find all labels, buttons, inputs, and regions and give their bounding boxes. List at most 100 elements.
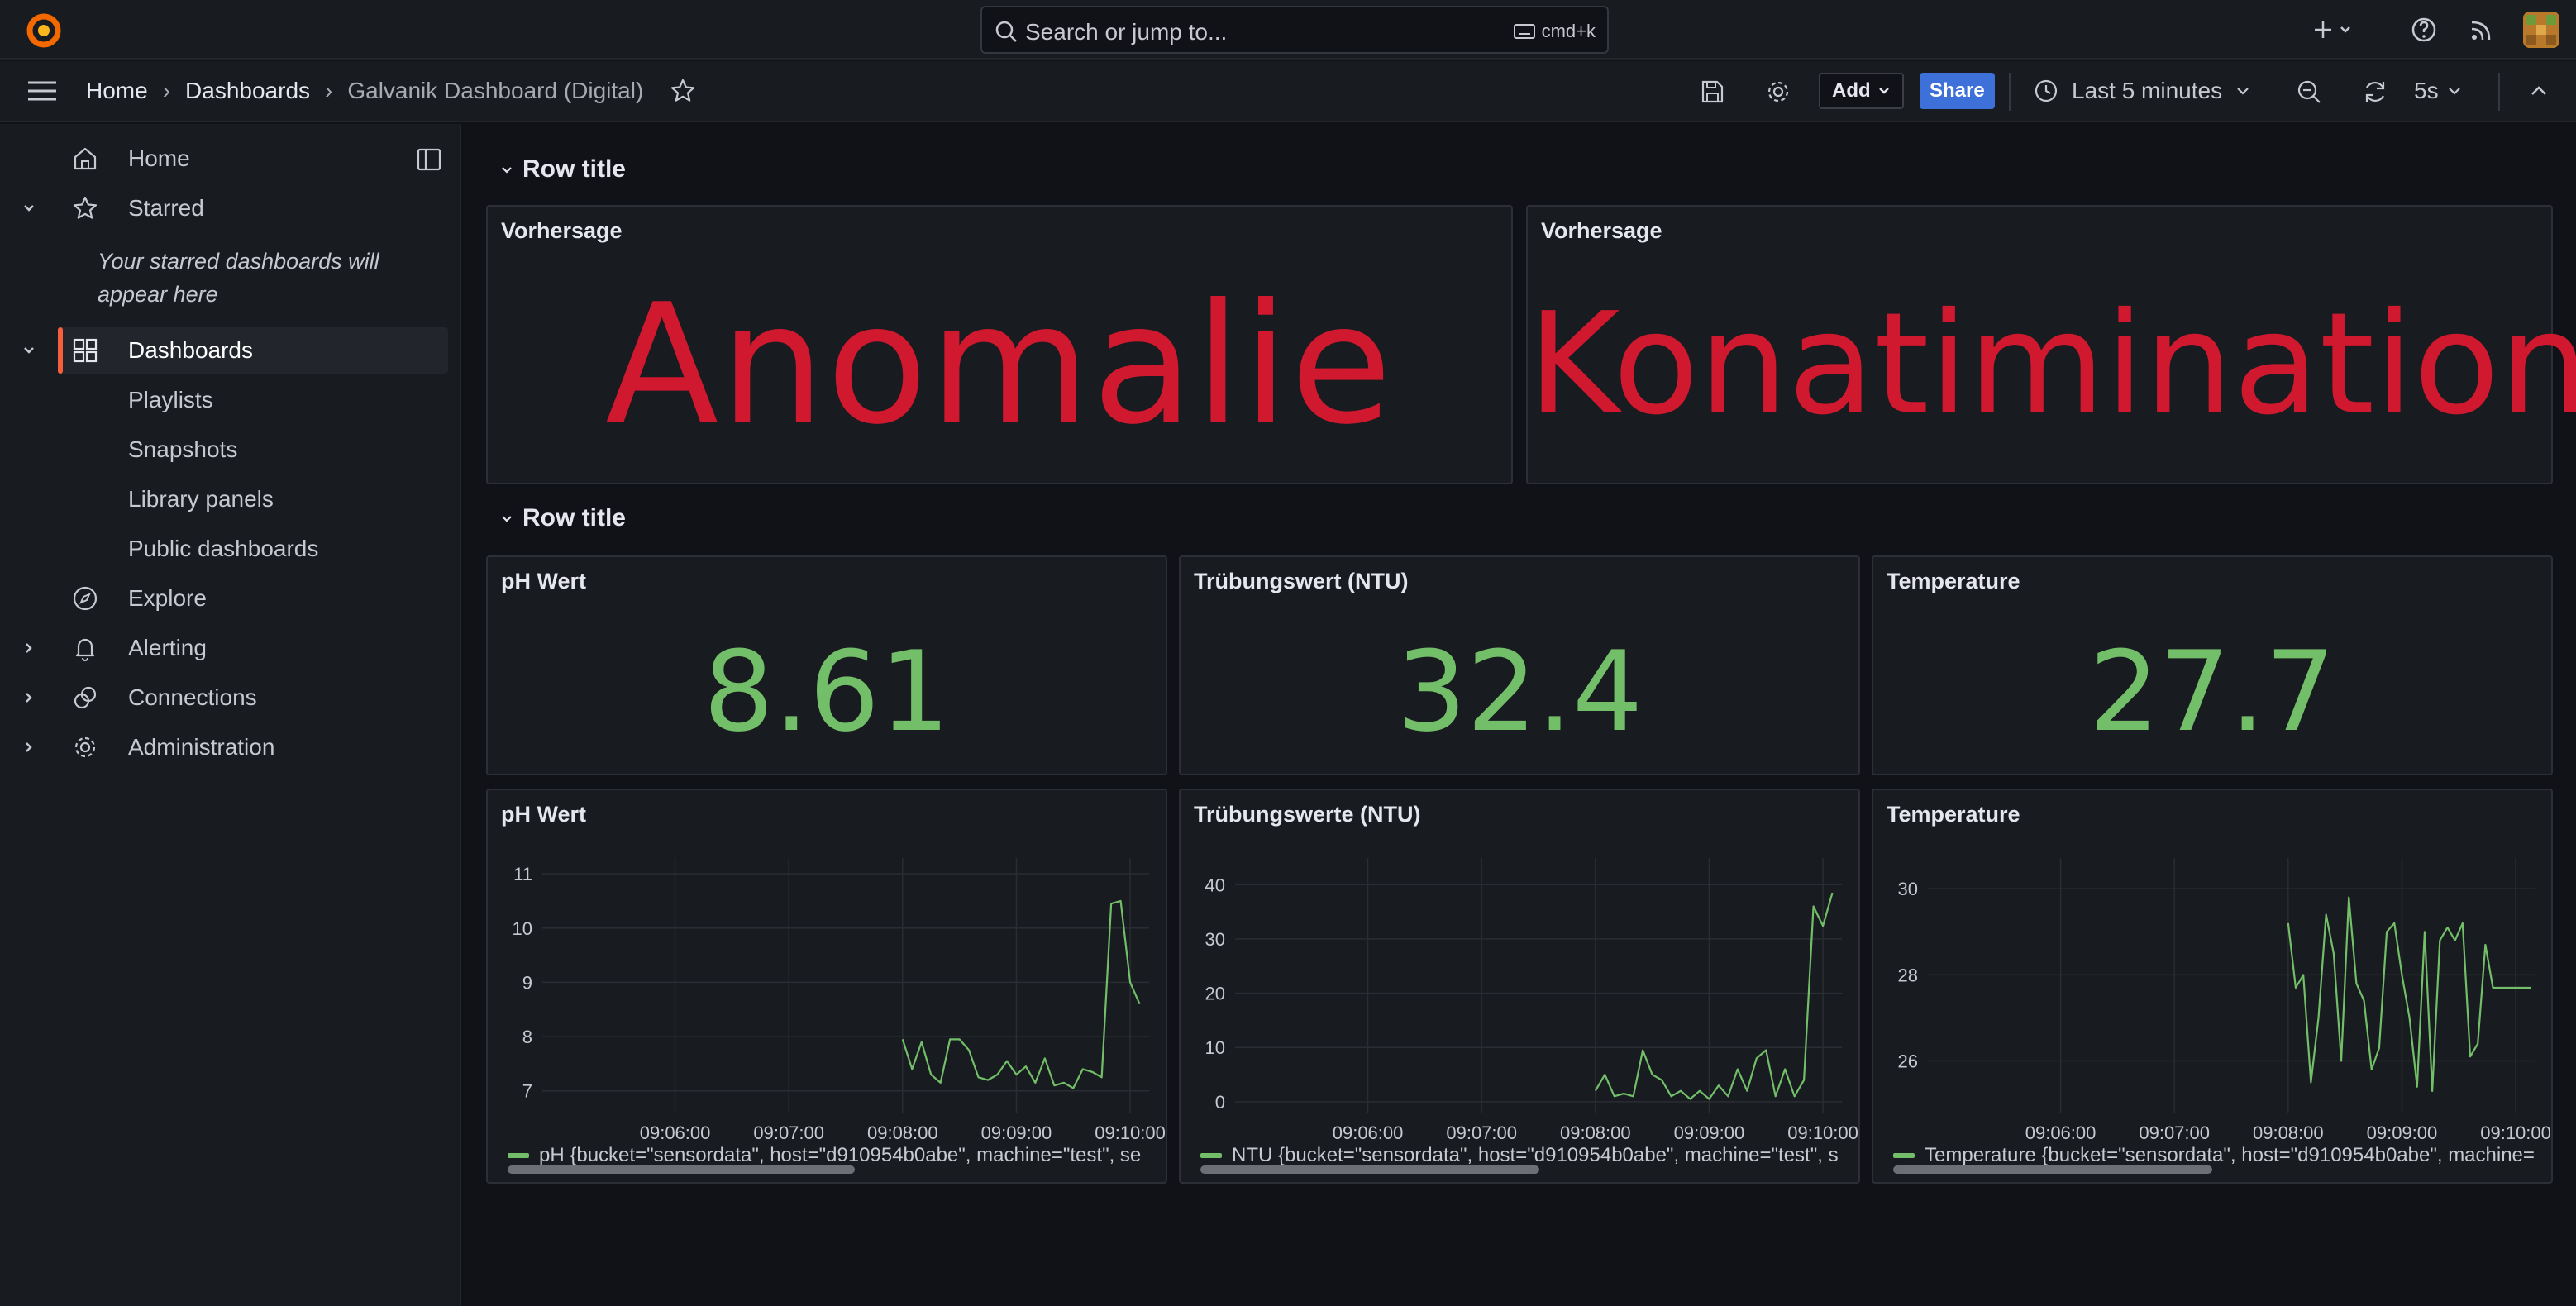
star-icon [73,196,98,219]
mark-favorite-star-icon[interactable] [670,78,696,104]
cog-icon [74,736,96,758]
y-tick-label: 7 [522,1081,532,1102]
new-plus-dropdown-icon[interactable] [2311,15,2356,45]
chevron-down-icon[interactable] [18,340,40,361]
add-button[interactable]: Add [1819,73,1904,109]
chevron-down-icon [2237,88,2249,95]
zoom-out-icon[interactable] [2295,78,2323,106]
active-indicator [58,327,63,374]
timeseries-panel-ntu[interactable]: Trübungswerte (NTU) 0 10 20 30 40 09:06:00 09:… [1179,789,1860,1184]
y-tick-label: 28 [1898,965,1918,985]
breadcrumb-separator: › [162,78,171,103]
collapse-chevron-up-icon[interactable] [2525,78,2553,106]
row-title: Row title [522,155,626,183]
sidebar-item-label: Administration [128,734,275,760]
dashboard-settings-gear-icon[interactable] [1764,78,1792,106]
stat-value: 27.7 [2088,627,2336,756]
sidebar-item-label: Alerting [128,635,207,660]
time-range-label: Last 5 minutes [2072,78,2223,103]
starred-empty-message: Your starred dashboards will appear here [98,249,379,307]
stat-value: 32.4 [1395,627,1643,756]
y-tick-label: 0 [1215,1092,1225,1113]
time-range-picker[interactable]: Last 5 minutes [2034,78,2250,104]
row-header-2[interactable]: Row title [499,504,626,532]
toolbar-divider [2009,73,2011,111]
prediction-panel[interactable]: Vorhersage Anomalie [486,205,1513,484]
sidebar-item-alerting[interactable]: Alerting [0,625,448,671]
chart-legend[interactable]: pH {bucket="sensordata", host="d910954b0… [508,1144,1152,1167]
row-header-1[interactable]: Row title [499,155,626,184]
refresh-icon[interactable] [2361,78,2389,106]
legend-color-swatch [1200,1153,1222,1158]
refresh-interval-label: 5s [2414,78,2439,103]
ntu-line-chart[interactable]: 0 10 20 30 40 09:06:00 09:07:00 09:08:00 09:09:0… [1181,790,1858,1182]
hamburger-menu-icon[interactable] [26,78,58,104]
x-tick-label: 09:07:00 [1446,1122,1517,1143]
chevron-right-icon[interactable] [18,687,40,708]
chevron-down-icon[interactable] [18,198,40,219]
series-line[interactable] [1594,892,1834,1100]
timeseries-panel-ph[interactable]: pH Wert 7 8 9 10 11 09:06:00 09:07:00 09:08:00 0… [486,789,1167,1184]
x-tick-label: 09:07:00 [2139,1122,2210,1143]
breadcrumb-dashboards[interactable]: Dashboards [185,78,310,104]
chevron-right-icon[interactable] [18,736,40,758]
save-dashboard-icon[interactable] [1698,78,1726,106]
x-tick-label: 09:06:00 [640,1122,711,1143]
panel-title: pH Wert [501,569,587,593]
sidebar-item-playlists[interactable]: Playlists [0,377,448,423]
y-tick-label: 8 [522,1027,532,1047]
search-shortcut: cmd+k [1513,21,1596,42]
sidebar-item-public-dashboards[interactable]: Public dashboards [0,526,448,572]
chart-legend[interactable]: Temperature {bucket="sensordata", host="… [1893,1144,2538,1167]
search-placeholder: Search or jump to... [1025,19,1228,45]
refresh-interval-picker[interactable]: 5s [2414,78,2462,104]
x-tick-label: 09:08:00 [2253,1122,2324,1143]
grafana-logo-icon[interactable] [25,12,63,50]
news-rss-icon[interactable] [2467,15,2497,45]
legend-scrollbar[interactable] [1893,1165,2212,1174]
legend-scrollbar[interactable] [1200,1165,1539,1174]
sidebar-item-starred[interactable]: Starred [0,185,448,231]
ph-line-chart[interactable]: 7 8 9 10 11 09:06:00 09:07:00 09:08:00 09:09:00 0… [488,790,1166,1182]
sidebar-item-explore[interactable]: Explore [0,575,448,622]
share-button[interactable]: Share [1920,73,1995,109]
clock-icon [2035,79,2058,102]
avatar-pattern-icon [2523,12,2559,48]
stat-panel-temperature[interactable]: Temperature 27.7 [1872,555,2553,775]
chevron-down-icon [502,167,512,174]
user-avatar[interactable] [2523,12,2559,48]
legend-label: NTU {bucket="sensordata", host="d910954b… [1232,1144,1839,1166]
breadcrumb-home[interactable]: Home [86,78,148,104]
legend-scrollbar[interactable] [508,1165,855,1174]
legend-color-swatch [1893,1153,1915,1158]
y-tick-label: 30 [1205,929,1225,950]
sidebar-item-library-panels[interactable]: Library panels [0,476,448,522]
sidebar-item-administration[interactable]: Administration [0,724,448,770]
sidebar-item-label: Connections [128,684,257,710]
timeseries-panel-temperature[interactable]: Temperature 26 28 30 09:06:00 09:07:00 09:08:… [1872,789,2553,1184]
prediction-panel[interactable]: Vorhersage Konatimination [1526,205,2576,484]
help-icon[interactable] [2409,15,2439,45]
y-tick-label: 40 [1205,875,1225,895]
chart-legend[interactable]: NTU {bucket="sensordata", host="d910954b… [1200,1144,1845,1167]
stat-value: 8.61 [703,627,951,756]
sidebar-item-snapshots[interactable]: Snapshots [0,427,448,473]
breadcrumb-current-dashboard: Galvanik Dashboard (Digital) [347,78,644,103]
x-tick-label: 09:07:00 [753,1122,824,1143]
stat-panel-ntu[interactable]: Trübungswert (NTU) 32.4 [1179,555,1860,775]
sidebar-item-dashboards[interactable]: Dashboards [24,327,448,374]
x-tick-label: 09:10:00 [2480,1122,2551,1143]
home-icon [74,147,97,170]
sidebar-item-home[interactable]: Home [0,136,448,182]
series-line[interactable] [901,899,1141,1089]
toolbar-divider [2498,73,2500,111]
sidebar-item-connections[interactable]: Connections [0,674,448,721]
series-line[interactable] [2287,896,2531,1093]
stat-panel-ph[interactable]: pH Wert 8.61 [486,555,1167,775]
y-tick-label: 20 [1205,984,1225,1004]
search-box[interactable]: Search or jump to... cmd+k [980,6,1609,54]
temperature-line-chart[interactable]: 26 28 30 09:06:00 09:07:00 09:08:00 09:09:00 09… [1873,790,2551,1182]
y-tick-label: 11 [513,864,532,884]
bell-icon [75,638,95,661]
chevron-right-icon[interactable] [18,637,40,659]
